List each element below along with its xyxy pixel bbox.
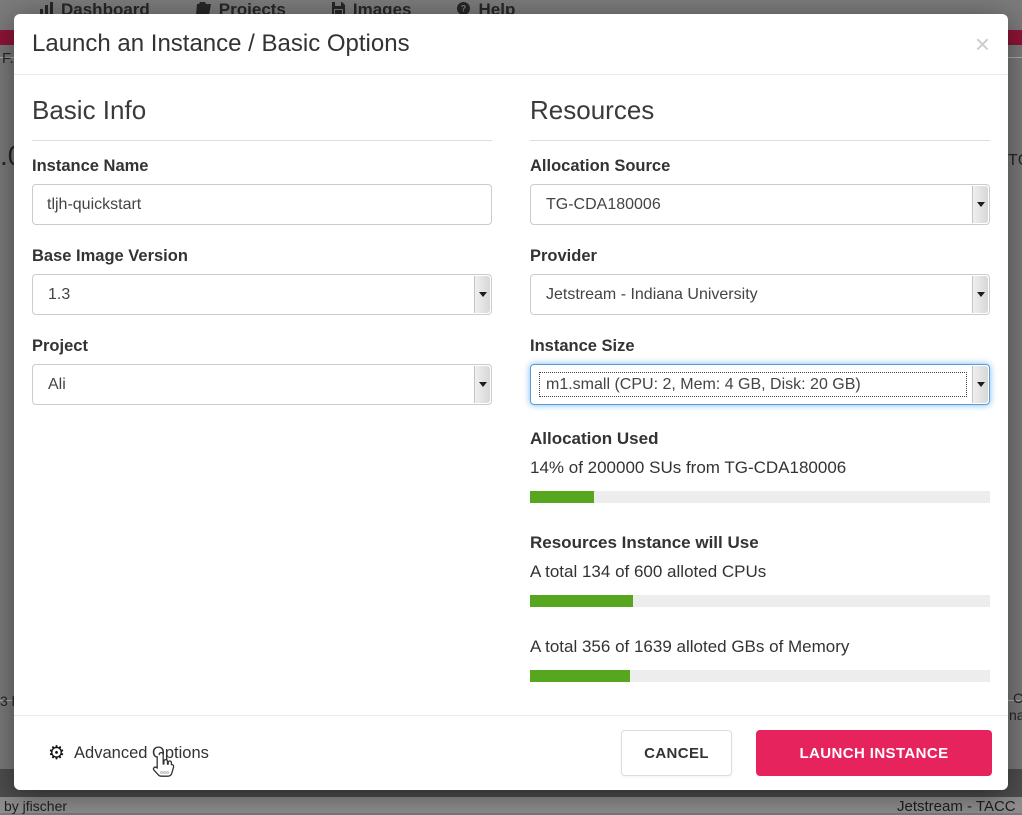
allocation-source-select[interactable]: TG-CDA180006: [530, 184, 990, 225]
modal-footer: ⚙ Advanced Options CANCEL LAUNCH INSTANC…: [14, 715, 1008, 790]
launch-instance-button[interactable]: LAUNCH INSTANCE: [756, 730, 992, 776]
close-icon[interactable]: ×: [975, 31, 990, 57]
select-value: m1.small (CPU: 2, Mem: 4 GB, Disk: 20 GB…: [546, 376, 861, 394]
progress-fill: [530, 491, 594, 503]
top-nav: Dashboard Projects Images ? Help: [0, 0, 1022, 14]
nav-item-dashboard[interactable]: Dashboard: [40, 0, 150, 14]
advanced-options-label: Advanced Options: [74, 744, 209, 763]
nav-item-help[interactable]: ? Help: [457, 0, 515, 14]
base-image-version-select[interactable]: 1.3: [32, 274, 492, 315]
base-image-version-label: Base Image Version: [32, 247, 492, 266]
modal-body: Basic Info Instance Name Base Image Vers…: [14, 75, 1008, 682]
memory-usage-text: A total 356 of 1639 alloted GBs of Memor…: [530, 637, 990, 657]
memory-usage-progressbar: [530, 670, 990, 682]
backdrop-partial-text: F.: [2, 50, 14, 67]
modal-header: Launch an Instance / Basic Options ×: [14, 14, 1008, 75]
progress-fill: [530, 595, 633, 607]
floppy-icon: [332, 0, 345, 14]
resources-used-heading: Resources Instance will Use: [530, 533, 990, 553]
backdrop-partial-text: Jetstream - TACC: [897, 798, 1016, 815]
modal-title: Launch an Instance / Basic Options: [32, 30, 410, 58]
focus-outline: m1.small (CPU: 2, Mem: 4 GB, Disk: 20 GB…: [539, 372, 967, 397]
gear-icon: ⚙: [48, 744, 65, 763]
nav-item-images[interactable]: Images: [332, 0, 412, 14]
select-value: 1.3: [48, 286, 70, 304]
project-label: Project: [32, 337, 492, 356]
chevron-down-icon: [972, 366, 988, 403]
backdrop-bottom-strip: [0, 797, 1022, 813]
allocation-used-text: 14% of 200000 SUs from TG-CDA180006: [530, 458, 990, 478]
cpu-usage-progressbar: [530, 595, 990, 607]
folder-icon: [196, 0, 211, 14]
project-select[interactable]: Ali: [32, 364, 492, 405]
help-circle-icon: ?: [457, 0, 470, 14]
backdrop-partial-text: C: [1013, 690, 1022, 706]
allocation-source-label: Allocation Source: [530, 157, 990, 176]
instance-size-select[interactable]: m1.small (CPU: 2, Mem: 4 GB, Disk: 20 GB…: [530, 364, 990, 405]
cpu-usage-text: A total 134 of 600 alloted CPUs: [530, 562, 990, 582]
basic-info-column: Basic Info Instance Name Base Image Vers…: [32, 95, 492, 682]
footer-buttons: CANCEL LAUNCH INSTANCE: [621, 730, 992, 776]
select-value: TG-CDA180006: [546, 196, 661, 214]
svg-text:?: ?: [461, 4, 467, 14]
chevron-down-icon: [972, 276, 988, 313]
instance-name-label: Instance Name: [32, 157, 492, 176]
bar-chart-icon: [40, 0, 53, 14]
chevron-down-icon: [474, 276, 490, 313]
nav-label: Dashboard: [61, 0, 150, 14]
instance-size-label: Instance Size: [530, 337, 990, 356]
progress-fill: [530, 670, 630, 682]
nav-label: Projects: [219, 0, 286, 14]
nav-label: Help: [478, 0, 515, 14]
allocation-used-heading: Allocation Used: [530, 429, 990, 449]
nav-item-projects[interactable]: Projects: [196, 0, 286, 14]
select-value: Jetstream - Indiana University: [546, 286, 758, 304]
backdrop-partial-text: by jfischer: [4, 798, 67, 814]
backdrop-partial-text: na: [1009, 707, 1022, 723]
advanced-options-link[interactable]: ⚙ Advanced Options: [48, 744, 209, 763]
select-value: Ali: [48, 376, 66, 394]
cancel-button[interactable]: CANCEL: [621, 730, 732, 776]
chevron-down-icon: [474, 366, 490, 403]
basic-info-heading: Basic Info: [32, 95, 492, 141]
resources-column: Resources Allocation Source TG-CDA180006…: [530, 95, 990, 682]
nav-label: Images: [353, 0, 412, 14]
launch-instance-modal: Launch an Instance / Basic Options × Bas…: [14, 14, 1008, 790]
provider-select[interactable]: Jetstream - Indiana University: [530, 274, 990, 315]
allocation-used-progressbar: [530, 491, 990, 503]
instance-name-input[interactable]: [32, 184, 492, 225]
backdrop-partial-text: TG: [1008, 152, 1022, 170]
chevron-down-icon: [972, 186, 988, 223]
provider-label: Provider: [530, 247, 990, 266]
resources-heading: Resources: [530, 95, 990, 141]
